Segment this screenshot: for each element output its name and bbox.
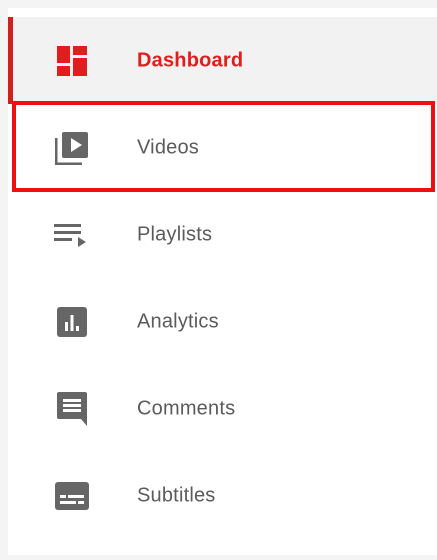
sidebar-item-analytics[interactable]: Analytics [8,278,437,365]
sidebar-item-label: Videos [137,136,199,158]
sidebar-nav: Dashboard Videos Playlists Analytics Com… [8,8,437,555]
sidebar-item-label: Playlists [137,223,213,245]
dashboard-icon [53,42,91,80]
sidebar-item-label: Analytics [137,310,219,332]
sidebar-item-subtitles[interactable]: Subtitles [8,452,437,539]
sidebar-item-comments[interactable]: Comments [8,365,437,452]
sidebar-item-label: Subtitles [137,484,216,506]
analytics-icon [53,303,91,341]
video-library-icon [53,129,91,167]
sidebar-item-label: Comments [137,397,236,419]
sidebar-item-playlists[interactable]: Playlists [8,191,437,278]
sidebar-item-label: Dashboard [137,49,244,71]
comments-icon [53,390,91,428]
subtitles-icon [53,477,91,515]
sidebar-item-dashboard[interactable]: Dashboard [8,17,437,104]
playlist-icon [53,216,91,254]
sidebar-item-videos[interactable]: Videos [8,104,437,191]
